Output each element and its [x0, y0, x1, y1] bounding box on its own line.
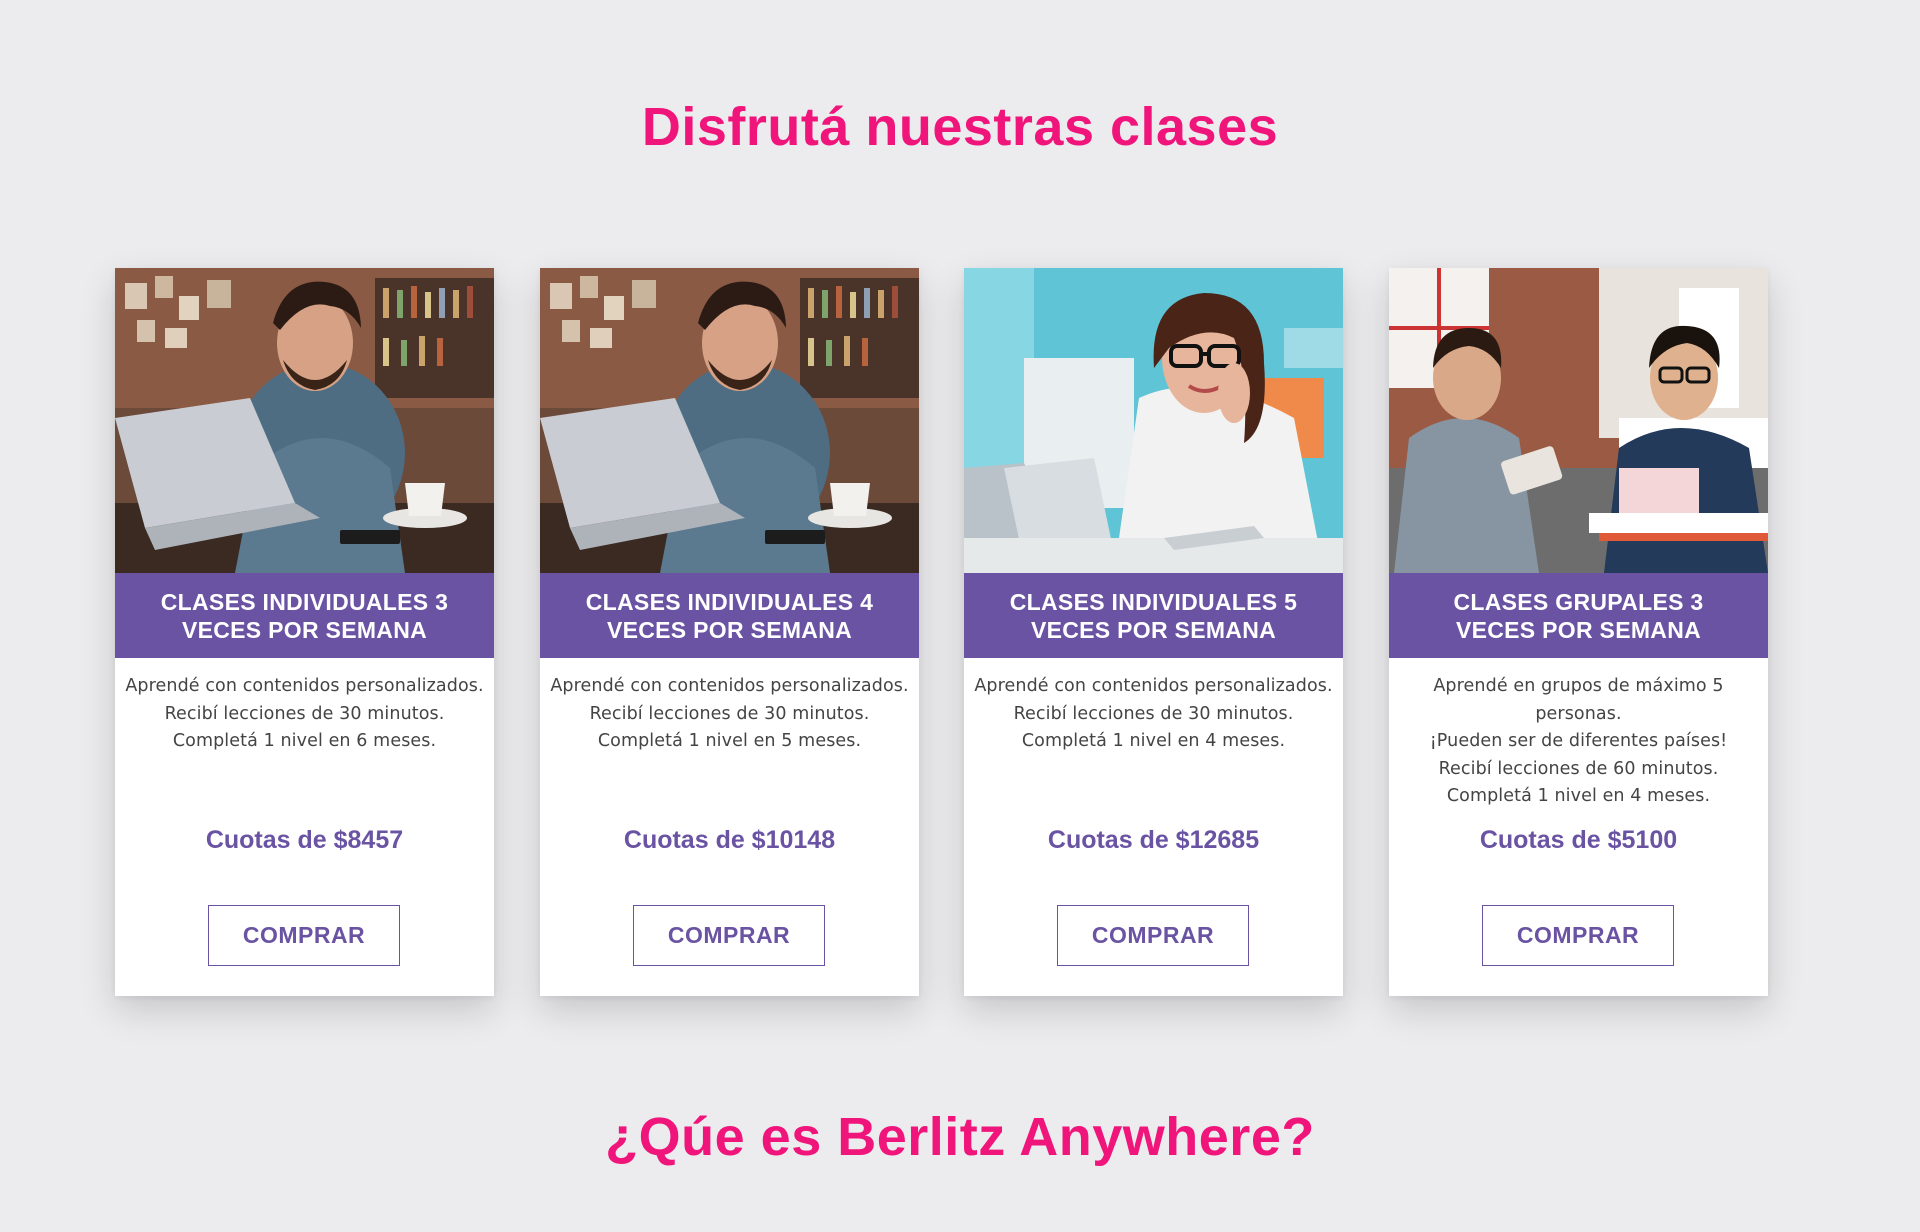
- plan-price: Cuotas de $10148: [623, 826, 836, 854]
- description-line: Aprendé con contenidos personalizados.: [125, 676, 484, 696]
- man-laptop-cafe-photo: [540, 268, 919, 573]
- description-line: Recibí lecciones de 30 minutos.: [1013, 703, 1294, 724]
- description-line: Recibí lecciones de 30 minutos.: [589, 703, 870, 724]
- plan-title: CLASES INDIVIDUALES 5 VECES POR SEMANA: [964, 573, 1343, 658]
- page-title: Disfrutá nuestras clases: [641, 97, 1279, 157]
- description-line: Completá 1 nivel en 4 meses.: [1446, 786, 1711, 806]
- buy-button[interactable]: COMPRAR: [1057, 905, 1249, 966]
- plan-title: CLASES INDIVIDUALES 4 VECES POR SEMANA: [540, 573, 919, 658]
- plans-list: CLASES INDIVIDUALES 3 VECES POR SEMANA A…: [115, 268, 1769, 996]
- plan-description: Aprendé con contenidos personalizados. R…: [540, 673, 919, 756]
- plan-card: CLASES INDIVIDUALES 4 VECES POR SEMANA A…: [540, 268, 919, 996]
- plan-card: CLASES INDIVIDUALES 5 VECES POR SEMANA A…: [964, 268, 1343, 996]
- plan-description: Aprendé con contenidos personalizados. R…: [115, 673, 494, 756]
- two-men-tablet-photo: [1389, 268, 1768, 573]
- plan-price: Cuotas de $12685: [1047, 826, 1260, 854]
- buy-button[interactable]: COMPRAR: [1482, 905, 1674, 966]
- description-line: Completá 1 nivel en 6 meses.: [172, 731, 437, 751]
- plan-price: Cuotas de $8457: [205, 826, 404, 854]
- description-line: Recibí lecciones de 60 minutos.: [1438, 758, 1719, 779]
- man-laptop-cafe-photo: [115, 268, 494, 573]
- plan-card: CLASES INDIVIDUALES 3 VECES POR SEMANA A…: [115, 268, 494, 996]
- description-line: Completá 1 nivel en 4 meses.: [1021, 731, 1286, 751]
- page: Disfrutá nuestras clases CLASES INDIVIDU…: [0, 0, 1920, 1232]
- plan-price: Cuotas de $5100: [1479, 826, 1678, 854]
- section-title-berlitz: ¿Qúe es Berlitz Anywhere?: [605, 1107, 1315, 1167]
- description-line: Aprendé en grupos de máximo 5 personas.: [1433, 676, 1724, 724]
- plan-description: Aprendé con contenidos personalizados. R…: [964, 673, 1343, 756]
- plan-title: CLASES GRUPALES 3 VECES POR SEMANA: [1389, 573, 1768, 658]
- description-line: Aprendé con contenidos personalizados.: [550, 676, 909, 696]
- description-line: ¡Pueden ser de diferentes países!: [1429, 731, 1728, 751]
- description-line: Recibí lecciones de 30 minutos.: [164, 703, 445, 724]
- buy-button[interactable]: COMPRAR: [208, 905, 400, 966]
- plan-card: CLASES GRUPALES 3 VECES POR SEMANA Apren…: [1389, 268, 1768, 996]
- description-line: Aprendé con contenidos personalizados.: [974, 676, 1333, 696]
- description-line: Completá 1 nivel en 5 meses.: [597, 731, 862, 751]
- woman-laptop-office-photo: [964, 268, 1343, 573]
- buy-button[interactable]: COMPRAR: [633, 905, 825, 966]
- plan-description: Aprendé en grupos de máximo 5 personas. …: [1389, 673, 1768, 811]
- plan-title: CLASES INDIVIDUALES 3 VECES POR SEMANA: [115, 573, 494, 658]
